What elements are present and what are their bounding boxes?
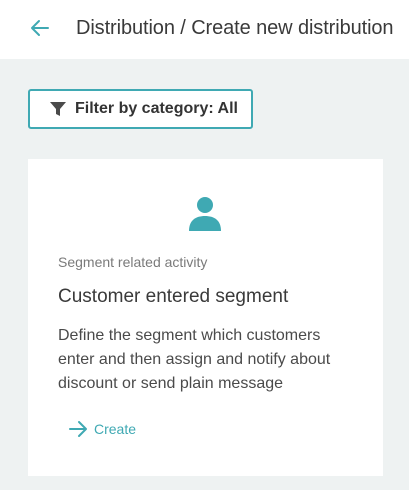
filter-label: Filter by category: All: [75, 100, 238, 117]
distribution-card: Segment related activity Customer entere…: [28, 159, 383, 476]
filter-category-button[interactable]: Filter by category: All: [28, 89, 253, 129]
arrow-left-icon: [31, 20, 49, 36]
user-icon: [187, 195, 223, 231]
create-label: Create: [94, 421, 137, 437]
card-title: Customer entered segment: [58, 286, 289, 307]
arrow-right-icon: [68, 419, 88, 439]
card-category: Segment related activity: [58, 254, 208, 270]
back-button[interactable]: [28, 16, 52, 40]
top-header: Distribution / Create new distribution: [0, 0, 409, 59]
card-description: Define the segment which customers enter…: [58, 327, 331, 392]
create-button[interactable]: Create: [68, 419, 136, 439]
page-title: Distribution / Create new distribution: [76, 17, 394, 39]
funnel-icon: [50, 101, 66, 117]
